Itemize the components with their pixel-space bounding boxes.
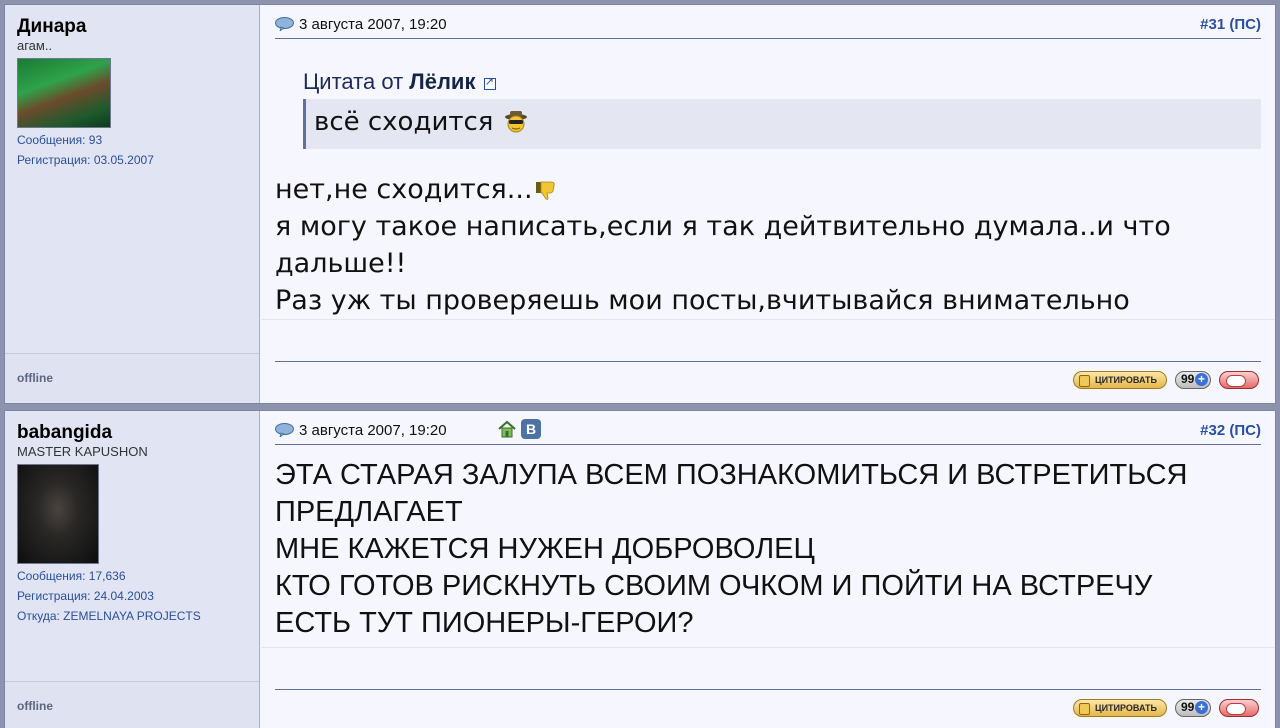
username[interactable]: Динара [17,17,259,37]
post-line: ЕСТЬ ТУТ ПИОНЕРЫ-ГЕРОИ? [275,607,694,639]
view-post-icon[interactable] [483,75,496,90]
avatar[interactable] [17,58,111,128]
registration-date: Регистрация: 24.04.2003 [17,589,154,603]
registration-date: Регистрация: 03.05.2007 [17,153,154,167]
post-line: ПРЕДЛАГАЕТ [275,496,463,528]
vk-icon[interactable]: B [521,419,541,439]
quote-button[interactable]: ЦИТИРОВАТЬ [1073,699,1167,717]
post-header: 3 августа 2007, 19:20 #31 (ПС) [275,13,1261,39]
thumbs-down-smiley-icon [535,181,555,200]
post-line: Раз уж ты проверяешь мои посты,вчитывайс… [275,285,1130,316]
message-panel: 3 августа 2007, 19:20 B #32 (ПС) ЭТА СТА… [261,411,1275,728]
quote-author: Лёлик [409,69,476,94]
online-status: offline [17,371,53,385]
post-footer: ЦИТИРОВАТЬ 99 [261,647,1275,728]
avatar[interactable] [17,464,99,564]
multiquote-button[interactable]: 99 [1175,699,1211,717]
post-icon [275,17,294,31]
report-button[interactable] [1219,699,1259,717]
quote-prefix: Цитата от [303,69,404,94]
pm-link[interactable]: ПС [1234,16,1256,33]
user-title: агам.. [17,38,53,53]
user-location: Откуда: ZEMELNAYA PROJECTS [17,609,201,623]
post-line: КТО ГОТОВ РИСКНУТЬ СВОИМ ОЧКОМ И ПОЙТИ Н… [275,570,1153,602]
quote-header: Цитата от Лёлик [303,69,1261,95]
post-line: дальше!! [275,248,407,279]
post-number: #32 (ПС) [1200,422,1261,439]
user-footer: offline [5,353,259,403]
username[interactable]: babangida [17,423,259,443]
quote-button[interactable]: ЦИТИРОВАТЬ [1073,371,1167,389]
user-info-panel: Динара агам.. Сообщения: 93 Регистрация:… [5,5,260,403]
message-count: Сообщения: 93 [17,133,103,147]
user-info-panel: babangida MASTER KAPUSHON Сообщения: 17,… [5,411,260,728]
post-link[interactable]: #32 [1200,422,1225,439]
pm-link[interactable]: ПС [1234,422,1256,439]
post-link[interactable]: #31 [1200,16,1225,33]
user-title: MASTER KAPUSHON [17,444,148,459]
post-line: нет,не сходится... [275,171,1261,208]
home-icon[interactable] [497,419,517,439]
post-line: ЭТА СТАРАЯ ЗАЛУПА ВСЕМ ПОЗНАКОМИТЬСЯ И В… [275,459,1188,491]
spy-smiley-icon [504,111,527,133]
multiquote-button[interactable]: 99 [1175,371,1211,389]
post-body: ЭТА СТАРАЯ ЗАЛУПА ВСЕМ ПОЗНАКОМИТЬСЯ И В… [275,457,1261,642]
quote-block: Цитата от Лёлик всё сходится [303,69,1261,149]
post-32: babangida MASTER KAPUSHON Сообщения: 17,… [4,410,1276,728]
post-footer: ЦИТИРОВАТЬ 99 [261,319,1275,403]
post-icon [275,423,294,437]
quote-text: всё сходится [314,107,494,137]
user-footer: offline [5,681,259,728]
message-panel: 3 августа 2007, 19:20 #31 (ПС) Цитата от… [261,5,1275,403]
post-body: нет,не сходится... я могу такое написать… [275,171,1261,319]
post-31: Динара агам.. Сообщения: 93 Регистрация:… [4,4,1276,404]
post-header: 3 августа 2007, 19:20 B #32 (ПС) [275,419,1261,445]
post-line: МНЕ КАЖЕТСЯ НУЖЕН ДОБРОВОЛЕЦ [275,533,815,565]
message-count: Сообщения: 17,636 [17,569,126,583]
post-date: 3 августа 2007, 19:20 [299,422,447,439]
post-number: #31 (ПС) [1200,16,1261,33]
online-status: offline [17,699,53,713]
post-line: я могу такое написать,если я так дейтвит… [275,211,1171,242]
report-button[interactable] [1219,371,1259,389]
quote-text-box: всё сходится [303,99,1261,149]
post-date: 3 августа 2007, 19:20 [299,16,447,33]
